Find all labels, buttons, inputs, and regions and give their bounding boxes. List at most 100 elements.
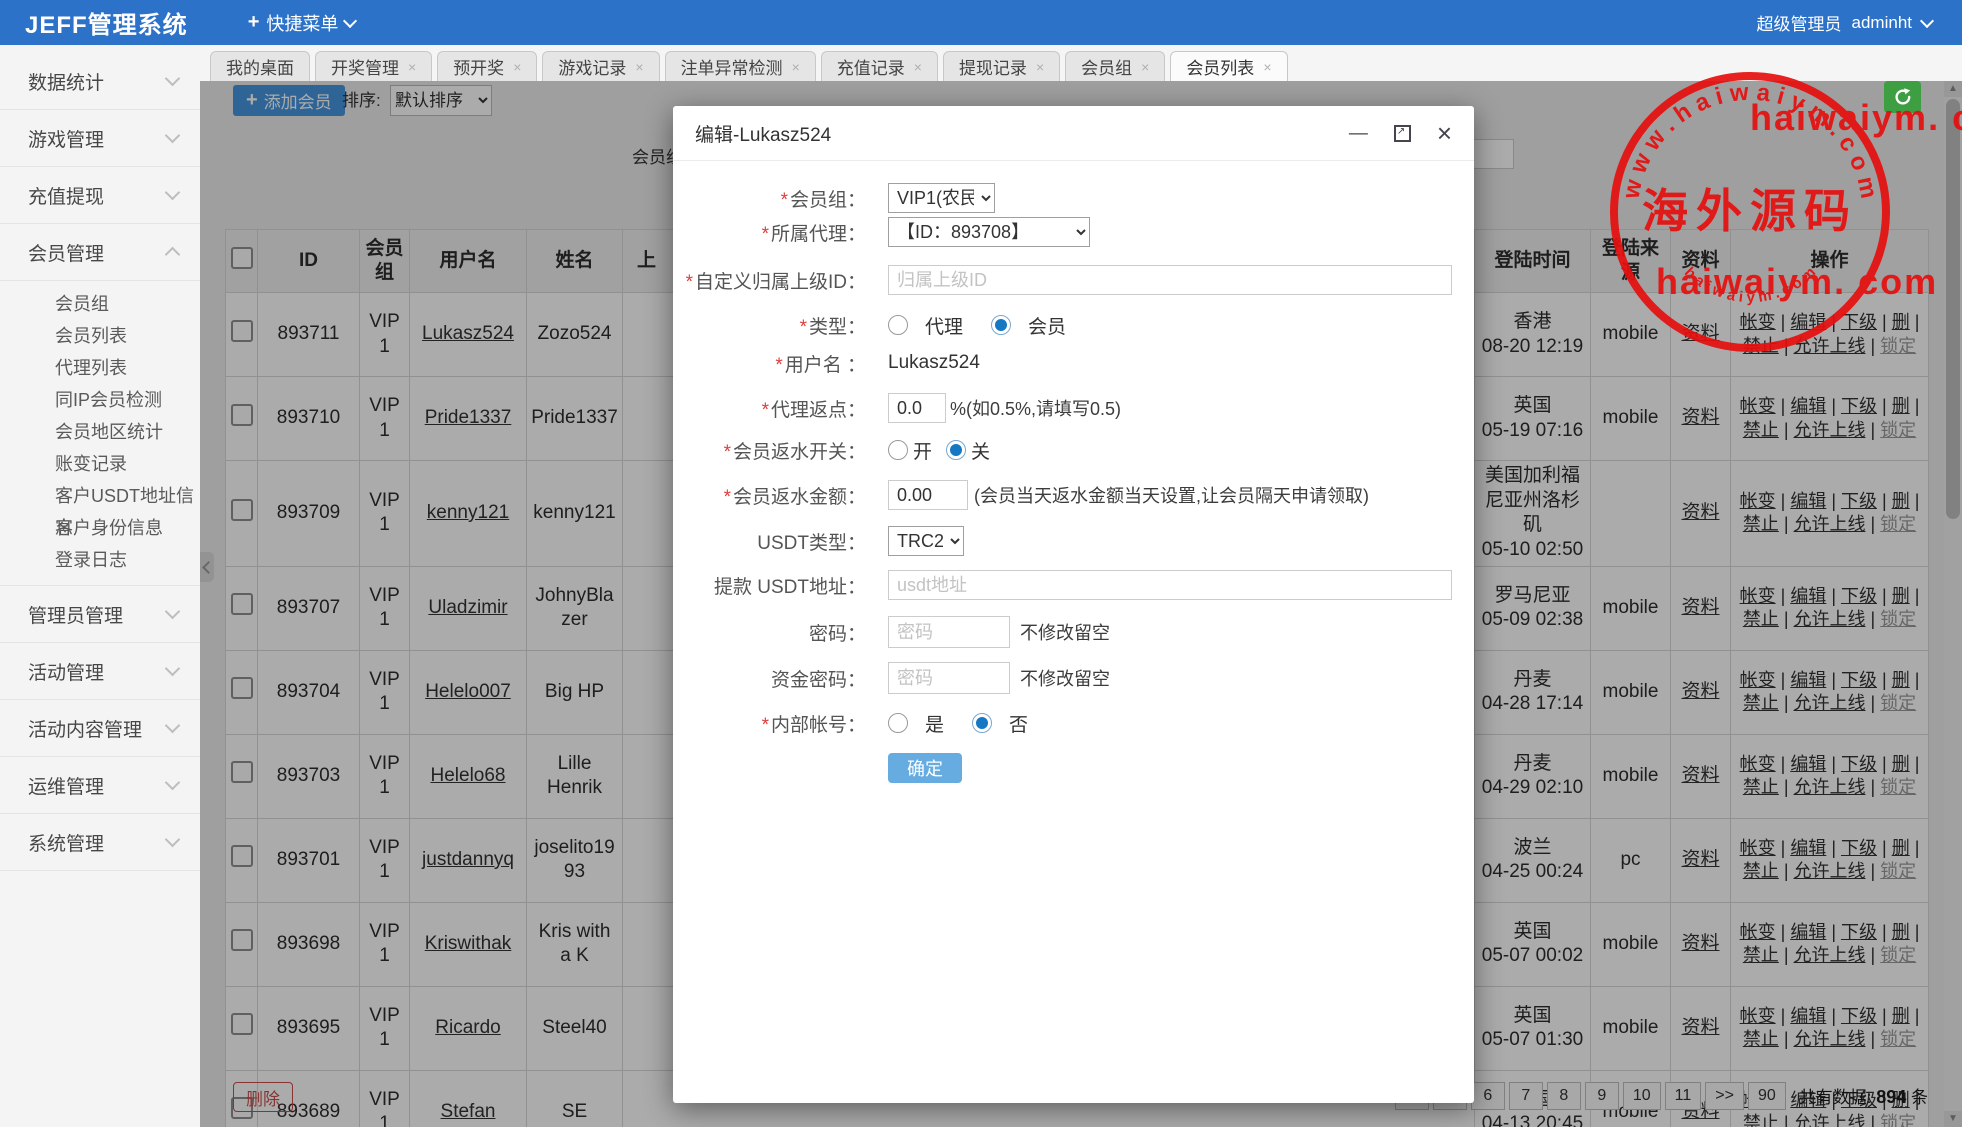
sidebar-group-管理员管理[interactable]: 管理员管理 <box>0 586 200 643</box>
required-asterisk: * <box>761 223 769 245</box>
required-asterisk: * <box>780 189 788 211</box>
sidebar-group-label: 数据统计 <box>28 72 105 94</box>
quick-menu-button[interactable]: + 快捷菜单 <box>248 10 358 36</box>
field-label-rebate-amount: * 会员返水金额： <box>723 486 866 508</box>
sidebar-item-代理列表[interactable]: 代理列表 <box>0 352 200 384</box>
tab-close-icon[interactable]: × <box>635 59 643 75</box>
sidebar-group-label: 管理员管理 <box>28 605 124 627</box>
chevron-down-icon <box>343 13 358 28</box>
agent-select[interactable]: 【ID：893708】 <box>888 217 1090 247</box>
chevron-down-icon <box>164 127 181 144</box>
usdt-type-select[interactable]: TRC20 <box>888 526 964 556</box>
tab-close-icon[interactable]: × <box>1263 59 1271 75</box>
minimize-icon[interactable]: — <box>1349 124 1368 143</box>
tab-label: 提现记录 <box>958 59 1027 78</box>
tab-close-icon[interactable]: × <box>792 59 800 75</box>
chevron-down-icon <box>164 831 181 848</box>
tab-label: 我的桌面 <box>226 59 294 78</box>
tab-我的桌面[interactable]: 我的桌面 <box>210 51 310 81</box>
required-asterisk: * <box>761 714 769 736</box>
refresh-icon <box>1894 88 1910 105</box>
chevron-up-icon <box>164 246 181 263</box>
tab-预开奖[interactable]: 预开奖 × <box>437 51 538 81</box>
internal-yes-radio[interactable] <box>888 713 908 733</box>
tab-label: 注单异常检测 <box>680 59 783 78</box>
close-icon[interactable]: × <box>1437 120 1452 146</box>
refresh-button[interactable] <box>1884 81 1921 113</box>
tab-close-icon[interactable]: × <box>1141 59 1149 75</box>
sidebar-group-游戏管理[interactable]: 游戏管理 <box>0 110 200 167</box>
tab-close-icon[interactable]: × <box>1036 59 1044 75</box>
rebate-on-radio[interactable] <box>888 440 908 460</box>
sidebar-item-客户USDT地址信息[interactable]: 客户USDT地址信息 <box>0 480 200 538</box>
tab-会员列表[interactable]: 会员列表 × <box>1170 51 1288 81</box>
tab-label: 会员列表 <box>1186 59 1255 78</box>
tab-提现记录[interactable]: 提现记录 × <box>942 51 1061 81</box>
required-asterisk: * <box>761 399 769 421</box>
sidebar-group-会员管理[interactable]: 会员管理 <box>0 224 200 281</box>
tab-充值记录[interactable]: 充值记录 × <box>820 51 938 81</box>
field-label-password: 密码： <box>808 623 866 645</box>
modal-form: * 会员组： VIP1(农民) * 所属代理： 【ID：893708】 * 自定义归属… <box>673 161 1474 783</box>
sidebar-item-客户身份信息[interactable]: 客户身份信息 <box>0 512 200 544</box>
sidebar-item-会员组[interactable]: 会员组 <box>0 288 200 320</box>
tab-close-icon[interactable]: × <box>914 59 922 75</box>
chevron-down-icon <box>164 603 181 620</box>
type-member-label: 会员 <box>1028 316 1067 338</box>
fund-password-input[interactable] <box>888 662 1010 694</box>
field-label-usdt-address: 提款 USDT地址： <box>713 576 866 598</box>
edit-member-modal: 编辑-Lukasz524 — × *会员组： VIP1(农民) *所属代理： <box>673 106 1474 1103</box>
usdt-address-input[interactable] <box>888 570 1452 600</box>
tab-开奖管理[interactable]: 开奖管理 × <box>315 51 433 81</box>
chevron-down-icon <box>164 70 181 87</box>
tab-close-icon[interactable]: × <box>513 59 521 75</box>
sidebar-group-数据统计[interactable]: 数据统计 <box>0 53 200 110</box>
type-agent-radio[interactable] <box>888 315 908 335</box>
sidebar-group-label: 游戏管理 <box>28 129 105 151</box>
sidebar-group-label: 系统管理 <box>28 833 105 855</box>
tab-游戏记录[interactable]: 游戏记录 × <box>542 51 660 81</box>
tab-label: 充值记录 <box>836 59 905 78</box>
parent-id-input[interactable] <box>888 265 1452 295</box>
field-label-username: * 用户名 ： <box>775 354 866 376</box>
user-role: 超级管理员 <box>1756 15 1842 34</box>
sidebar-item-会员地区统计[interactable]: 会员地区统计 <box>0 416 200 448</box>
password-hint: 不修改留空 <box>1020 623 1110 643</box>
tab-注单异常检测[interactable]: 注单异常检测 × <box>664 51 816 81</box>
sidebar-item-账变记录[interactable]: 账变记录 <box>0 448 200 480</box>
member-group-select[interactable]: VIP1(农民) <box>888 183 995 213</box>
required-asterisk: * <box>723 441 731 463</box>
tab-label: 开奖管理 <box>331 59 399 78</box>
sidebar-item-登录日志[interactable]: 登录日志 <box>0 544 200 576</box>
sidebar-group-活动管理[interactable]: 活动管理 <box>0 643 200 700</box>
field-label-rebate: * 代理返点： <box>761 399 866 421</box>
sidebar-group-活动内容管理[interactable]: 活动内容管理 <box>0 700 200 757</box>
sidebar-group-充值提现[interactable]: 充值提现 <box>0 167 200 224</box>
tab-close-icon[interactable]: × <box>408 59 416 75</box>
field-label-internal: * 内部帐号： <box>761 714 866 736</box>
user-name: adminht <box>1851 12 1912 32</box>
internal-no-radio[interactable] <box>972 713 993 733</box>
maximize-icon[interactable] <box>1393 124 1411 142</box>
sidebar-item-会员列表[interactable]: 会员列表 <box>0 320 200 352</box>
rebate-amount-input[interactable] <box>888 480 968 510</box>
sidebar-menu: 数据统计游戏管理充值提现 会员管理会员组 会员列表 代理列表 同IP会员检测 会员地区统计… <box>0 53 200 871</box>
user-menu[interactable]: 超级管理员 adminht <box>1756 10 1935 35</box>
rebate-on-label: 开 <box>913 441 933 463</box>
sidebar-group-系统管理[interactable]: 系统管理 <box>0 814 200 871</box>
sidebar-item-同IP会员检测[interactable]: 同IP会员检测 <box>0 384 200 416</box>
tab-会员组[interactable]: 会员组 × <box>1065 51 1166 81</box>
rebate-hint: %(如0.5%,请填写0.5) <box>950 399 1122 419</box>
required-asterisk: * <box>799 316 807 338</box>
modal-title: 编辑-Lukasz524 <box>695 124 832 146</box>
rebate-amount-hint: (会员当天返水金额当天设置,让会员隔天申请领取) <box>974 486 1369 506</box>
rebate-input[interactable] <box>888 393 946 423</box>
sidebar-group-label: 活动内容管理 <box>28 719 143 741</box>
type-member-radio[interactable] <box>991 315 1012 335</box>
confirm-button[interactable]: 确定 <box>888 753 962 783</box>
tab-bar: 我的桌面 开奖管理 × 预开奖 × 游戏记录 × 注单异常检测 × 充值记录 × 提现记录 × 会员组 × 会… <box>200 45 1962 81</box>
internal-no-label: 否 <box>1009 714 1029 736</box>
password-input[interactable] <box>888 616 1010 648</box>
rebate-off-radio[interactable] <box>946 440 967 460</box>
sidebar-group-运维管理[interactable]: 运维管理 <box>0 757 200 814</box>
